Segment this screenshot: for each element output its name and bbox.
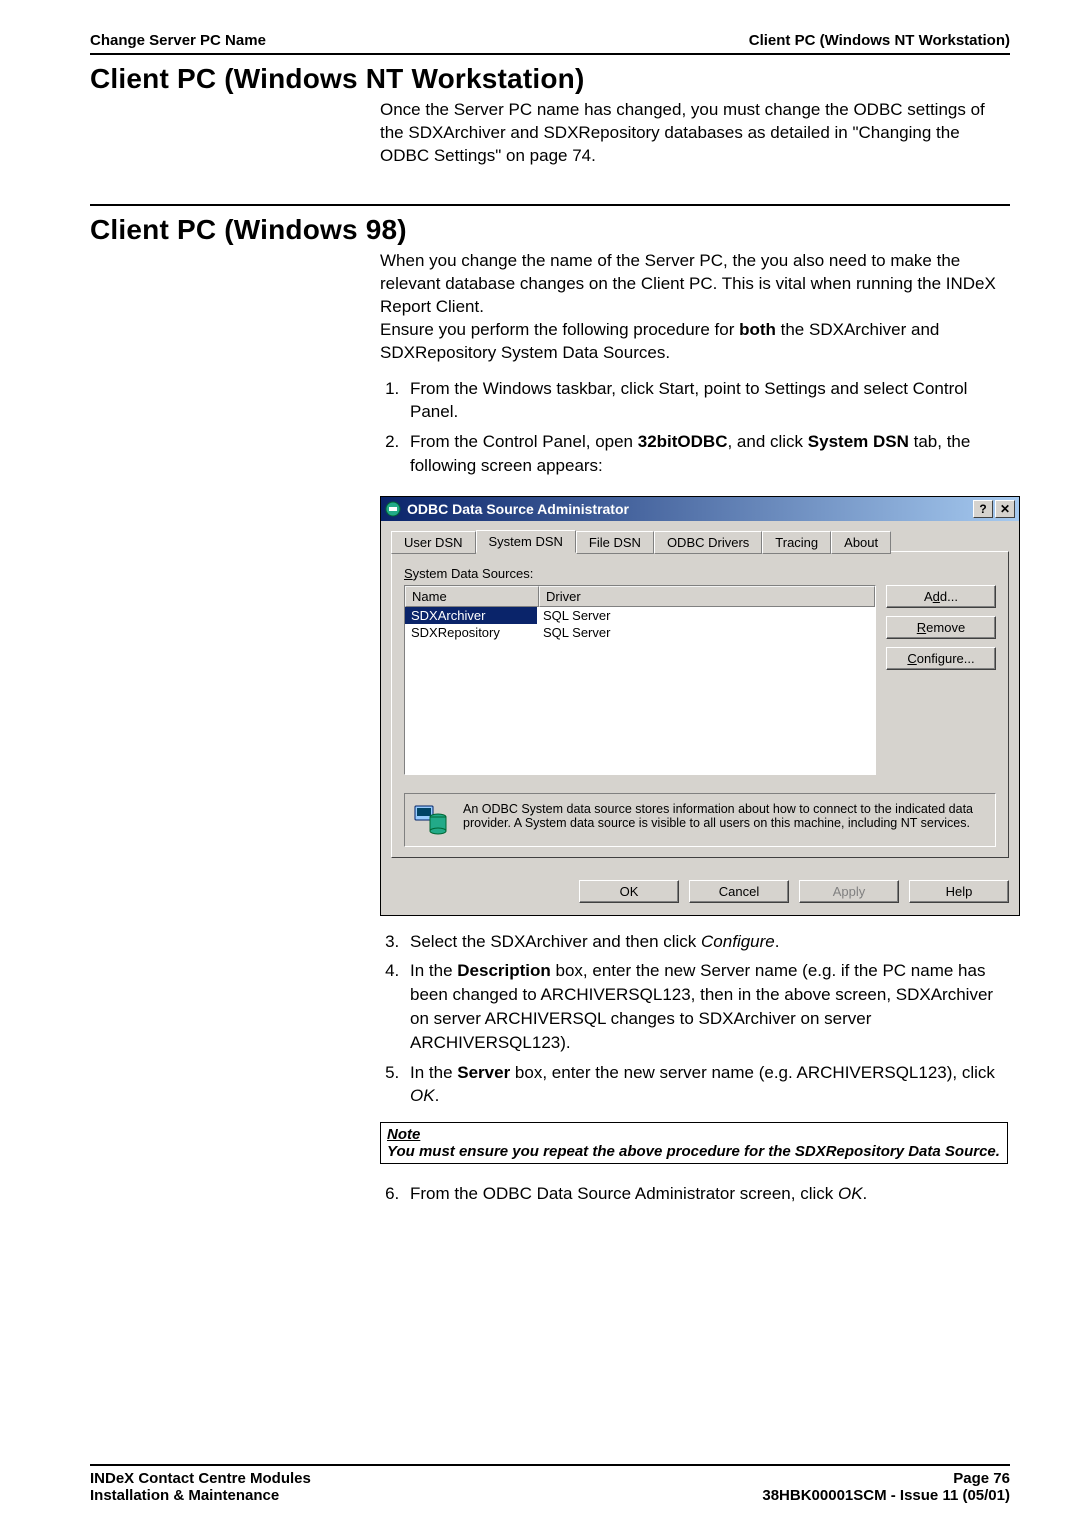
step-4: In the Description box, enter the new Se… — [404, 959, 1010, 1054]
help-button-footer[interactable]: Help — [909, 880, 1009, 903]
step-6: From the ODBC Data Source Administrator … — [404, 1182, 1010, 1206]
system-data-sources-label: System Data Sources: — [404, 566, 996, 581]
section2-para2: Ensure you perform the following procedu… — [380, 319, 1010, 365]
step-2-a: From the Control Panel, open — [410, 432, 638, 451]
configure-u: C — [907, 651, 916, 666]
add-u: d — [933, 589, 940, 604]
ok-button[interactable]: OK — [579, 880, 679, 903]
tab-tracing[interactable]: Tracing — [762, 531, 831, 554]
step-6-a: From the ODBC Data Source Administrator … — [410, 1184, 838, 1203]
footer-right-1: Page 76 — [762, 1470, 1010, 1487]
header-left: Change Server PC Name — [90, 32, 266, 49]
tab-file-dsn[interactable]: File DSN — [576, 531, 654, 554]
sds-label-rest: ystem Data Sources: — [413, 566, 534, 581]
step-2-d: System DSN — [808, 432, 909, 451]
configure-post: onfigure... — [917, 651, 975, 666]
section1-para: Once the Server PC name has changed, you… — [380, 99, 1010, 168]
step-5-e: . — [435, 1086, 440, 1105]
remove-u: R — [917, 620, 926, 635]
step-5-c: box, enter the new server name (e.g. ARC… — [510, 1063, 995, 1082]
step-2-c: , and click — [727, 432, 807, 451]
note-body: You must ensure you repeat the above pro… — [387, 1143, 1001, 1160]
step-6-b: OK — [838, 1184, 863, 1203]
sds-label-u: S — [404, 566, 413, 581]
step-5-d: OK — [410, 1086, 435, 1105]
odbc-dialog: ODBC Data Source Administrator ? ✕ User … — [380, 496, 1020, 916]
help-button[interactable]: ? — [973, 500, 993, 518]
dialog-footer: OK Cancel Apply Help — [381, 868, 1019, 915]
dialog-titlebar: ODBC Data Source Administrator ? ✕ — [381, 497, 1019, 521]
list-header: Name Driver — [405, 586, 875, 607]
cancel-button[interactable]: Cancel — [689, 880, 789, 903]
step-3-b: Configure — [701, 932, 775, 951]
step-3: Select the SDXArchiver and then click Co… — [404, 930, 1010, 954]
step-2-b: 32bitODBC — [638, 432, 728, 451]
steps-list-2: Select the SDXArchiver and then click Co… — [380, 930, 1010, 1109]
footer-left-1: INDeX Contact Centre Modules — [90, 1470, 311, 1487]
step-3-a: Select the SDXArchiver and then click — [410, 932, 701, 951]
tab-odbc-drivers[interactable]: ODBC Drivers — [654, 531, 762, 554]
apply-button[interactable]: Apply — [799, 880, 899, 903]
cell-name: SDXRepository — [405, 624, 537, 641]
note-heading: Note — [387, 1126, 1001, 1143]
info-box: An ODBC System data source stores inform… — [404, 793, 996, 847]
dialog-title: ODBC Data Source Administrator — [407, 501, 629, 517]
steps-list-3: From the ODBC Data Source Administrator … — [380, 1182, 1010, 1206]
cell-driver: SQL Server — [537, 624, 875, 641]
step-4-a: In the — [410, 961, 457, 980]
database-icon — [413, 802, 449, 838]
page-header: Change Server PC Name Client PC (Windows… — [90, 32, 1010, 55]
data-sources-list[interactable]: Name Driver SDXArchiver SQL Server SDXRe… — [404, 585, 876, 775]
tab-system-dsn[interactable]: System DSN — [476, 530, 576, 553]
step-1: From the Windows taskbar, click Start, p… — [404, 377, 1010, 425]
col-name[interactable]: Name — [405, 586, 539, 607]
steps-list: From the Windows taskbar, click Start, p… — [380, 377, 1010, 478]
section2-para1: When you change the name of the Server P… — [380, 250, 1010, 319]
step-6-c: . — [863, 1184, 868, 1203]
step-3-c: . — [775, 932, 780, 951]
section2-para2-pre: Ensure you perform the following procedu… — [380, 320, 739, 339]
section2-para2-bold: both — [739, 320, 776, 339]
remove-post: emove — [926, 620, 965, 635]
list-row[interactable]: SDXArchiver SQL Server — [405, 607, 875, 624]
tab-panel: System Data Sources: Name Driver SDXArch… — [391, 551, 1009, 858]
footer-left-2: Installation & Maintenance — [90, 1487, 311, 1504]
step-5: In the Server box, enter the new server … — [404, 1061, 1010, 1109]
step-5-b: Server — [457, 1063, 510, 1082]
step-2: From the Control Panel, open 32bitODBC, … — [404, 430, 1010, 478]
list-row[interactable]: SDXRepository SQL Server — [405, 624, 875, 641]
footer-right-2: 38HBK00001SCM - Issue 11 (05/01) — [762, 1487, 1010, 1504]
tabs: User DSN System DSN File DSN ODBC Driver… — [391, 529, 1009, 552]
cell-name: SDXArchiver — [405, 607, 537, 624]
step-4-b: Description — [457, 961, 551, 980]
page-footer: INDeX Contact Centre Modules Installatio… — [90, 1464, 1010, 1504]
cell-driver: SQL Server — [537, 607, 875, 624]
section1-title: Client PC (Windows NT Workstation) — [90, 63, 1010, 95]
configure-button[interactable]: Configure... — [886, 647, 996, 670]
section2-title: Client PC (Windows 98) — [90, 214, 1010, 246]
odbc-icon — [385, 501, 401, 517]
add-pre: A — [924, 589, 933, 604]
remove-button[interactable]: Remove — [886, 616, 996, 639]
col-driver[interactable]: Driver — [539, 586, 875, 607]
close-button[interactable]: ✕ — [995, 500, 1015, 518]
add-post: d... — [940, 589, 958, 604]
tab-about[interactable]: About — [831, 531, 891, 554]
tab-user-dsn[interactable]: User DSN — [391, 531, 476, 554]
info-text: An ODBC System data source stores inform… — [463, 802, 987, 838]
add-button[interactable]: Add... — [886, 585, 996, 608]
step-5-a: In the — [410, 1063, 457, 1082]
divider — [90, 204, 1010, 206]
note-box: Note You must ensure you repeat the abov… — [380, 1122, 1008, 1164]
header-right: Client PC (Windows NT Workstation) — [749, 32, 1010, 49]
